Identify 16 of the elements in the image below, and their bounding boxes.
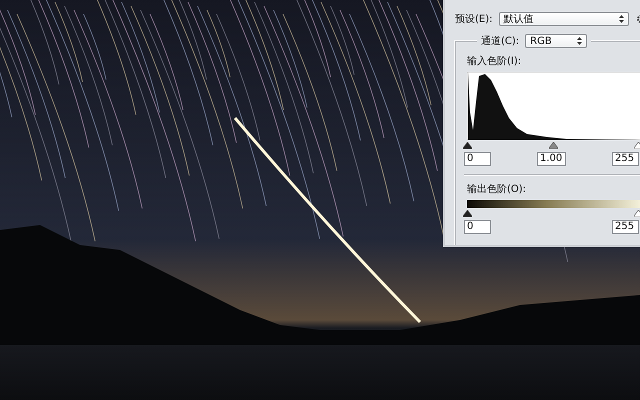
channel-label: 通道(C):: [481, 34, 520, 48]
preset-select[interactable]: 默认值: [498, 12, 628, 26]
spinner-arrows-icon: [577, 37, 582, 45]
output-max-field[interactable]: 255: [612, 220, 639, 234]
input-levels-label: 输入色阶(I):: [467, 54, 522, 68]
slider-handle-icon[interactable]: [463, 210, 472, 217]
preset-label: 预设(E):: [455, 13, 492, 26]
input-max-field[interactable]: 255: [612, 152, 639, 166]
input-min-field[interactable]: 0: [464, 152, 491, 166]
output-levels-label: 输出色阶(O):: [467, 182, 528, 196]
slider-handle-icon[interactable]: [548, 142, 558, 149]
spinner-arrows-icon: [618, 15, 624, 23]
slider-handle-icon[interactable]: [463, 142, 472, 149]
input-gamma-field[interactable]: 1.00: [537, 152, 566, 166]
channel-select[interactable]: RGB: [525, 34, 588, 48]
output-min-field[interactable]: 0: [464, 220, 491, 234]
